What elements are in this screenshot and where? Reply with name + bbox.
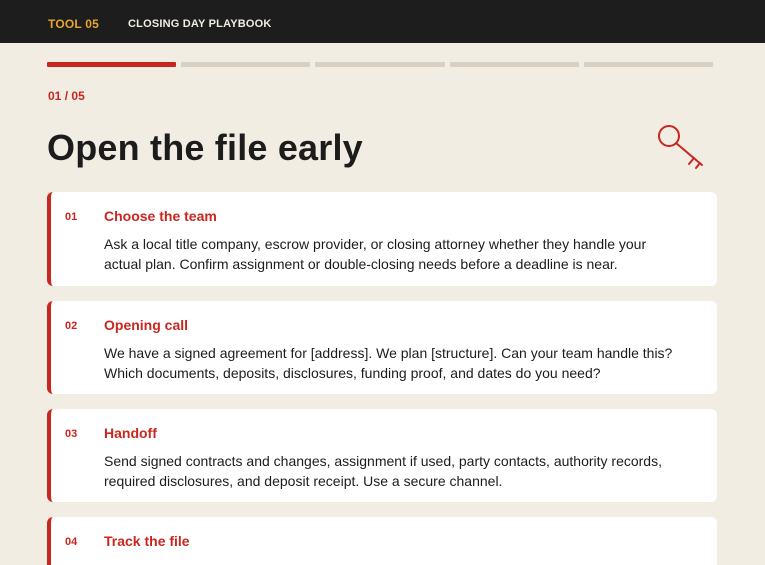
playbook-title: CLOSING DAY PLAYBOOK [128,18,272,30]
card-title: Choose the team [104,208,217,224]
top-bar: TOOL 05 CLOSING DAY PLAYBOOK [0,0,765,43]
progress-segment-3 [315,62,445,67]
key-icon [652,120,712,172]
step-counter: 01 / 05 [48,89,85,103]
step-separator: / [64,89,69,103]
progress-segment-1 [47,62,177,67]
step-total: 05 [71,89,85,103]
step-current: 01 [48,89,62,103]
step-card-4: 04 Track the file [47,517,717,565]
step-card-1: 01 Choose the team Ask a local title com… [47,192,717,286]
card-number: 02 [65,320,78,332]
card-body: We have a signed agreement for [address]… [104,345,673,381]
step-card-3: 03 Handoff Send signed contracts and cha… [47,409,717,502]
page-title: Open the file early [47,127,363,168]
progress-segment-5 [583,62,714,67]
card-body: Ask a local title company, escrow provid… [104,236,647,272]
tool-tag: TOOL 05 [48,17,99,31]
card-number: 01 [65,211,78,223]
progress-segment-2 [181,62,311,67]
card-title: Handoff [104,425,157,441]
card-number: 04 [65,536,78,548]
card-number: 03 [65,428,78,440]
card-title: Opening call [104,317,189,333]
step-card-2: 02 Opening call We have a signed agreeme… [47,301,717,394]
card-title: Track the file [104,533,190,549]
step-progress-bar [47,62,714,67]
progress-segment-4 [449,62,579,67]
card-body: Send signed contracts and changes, assig… [104,453,662,489]
